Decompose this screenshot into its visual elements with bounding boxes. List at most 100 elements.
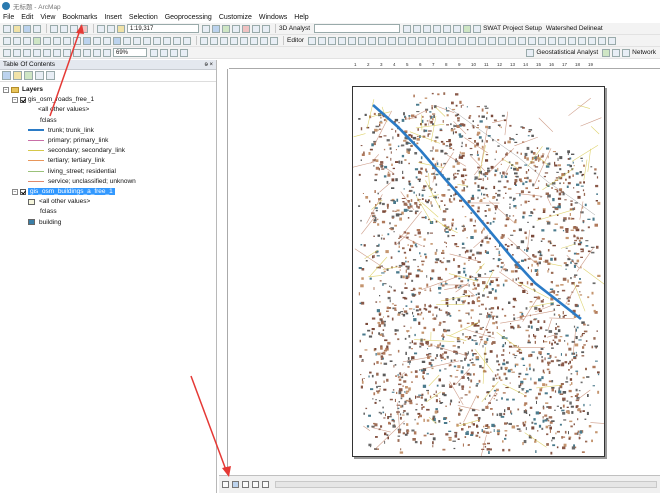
geostat-wizard-icon[interactable] xyxy=(602,48,611,57)
menu-bookmarks[interactable]: Bookmarks xyxy=(62,14,97,21)
print-icon[interactable] xyxy=(33,24,41,33)
sketch-tool-icon[interactable] xyxy=(327,36,336,45)
layout-canvas[interactable] xyxy=(229,70,660,475)
zoom-in-page-icon[interactable] xyxy=(3,48,11,57)
3d-tool-icon[interactable] xyxy=(453,24,462,33)
sketch-tool-icon[interactable] xyxy=(447,36,456,45)
layout-tool-icon[interactable] xyxy=(240,36,248,45)
scroll-left-icon[interactable] xyxy=(262,481,269,488)
back-extent-icon[interactable] xyxy=(63,36,71,45)
sketch-tool-icon[interactable] xyxy=(457,36,466,45)
undo-icon[interactable] xyxy=(97,24,105,33)
collapse-icon[interactable]: − xyxy=(12,188,18,195)
zoom-out-icon[interactable] xyxy=(13,36,21,45)
sketch-tool-icon[interactable] xyxy=(477,36,486,45)
layout-tool-icon[interactable] xyxy=(260,36,268,45)
sketch-tool-icon[interactable] xyxy=(557,36,566,45)
collapse-icon[interactable]: − xyxy=(3,86,9,93)
geostat-tool-icon[interactable] xyxy=(612,48,621,57)
arctoolbox-icon[interactable] xyxy=(242,24,250,33)
layout-page[interactable] xyxy=(352,86,605,457)
toc-layers-root[interactable]: − Layers xyxy=(3,85,43,94)
sketch-tool-icon[interactable] xyxy=(347,36,356,45)
legend-line-symbol[interactable] xyxy=(28,180,44,182)
layout-tool-icon[interactable] xyxy=(93,48,101,57)
sketch-tool-icon[interactable] xyxy=(507,36,516,45)
toc-layer[interactable]: − gis_osm_roads_free_1 xyxy=(12,95,94,104)
sketch-tool-icon[interactable] xyxy=(467,36,476,45)
toc-layer[interactable]: − gis_osm_buildings_a_free_1 xyxy=(12,187,115,196)
legend-line-symbol[interactable] xyxy=(28,140,44,141)
data-driven-pages-icon[interactable] xyxy=(180,48,188,57)
sketch-tool-icon[interactable] xyxy=(387,36,396,45)
layer-name[interactable]: gis_osm_buildings_a_free_1 xyxy=(28,188,115,195)
hyperlink-icon[interactable] xyxy=(143,36,151,45)
sketch-tool-icon[interactable] xyxy=(537,36,546,45)
fixed-zoom-out-page-icon[interactable] xyxy=(63,48,71,57)
watershed-delineator-menu[interactable]: Watershed Delineat xyxy=(546,25,603,32)
python-icon[interactable] xyxy=(252,24,260,33)
3d-tool-icon[interactable] xyxy=(413,24,422,33)
zoom-out-page-icon[interactable] xyxy=(13,48,21,57)
sketch-tool-icon[interactable] xyxy=(427,36,436,45)
sketch-tool-icon[interactable] xyxy=(607,36,616,45)
legend-line-symbol[interactable] xyxy=(28,150,44,152)
3d-tool-icon[interactable] xyxy=(423,24,432,33)
legend-line-symbol[interactable] xyxy=(28,160,44,162)
3d-tool-icon[interactable] xyxy=(403,24,412,33)
paste-icon[interactable] xyxy=(70,24,78,33)
new-icon[interactable] xyxy=(3,24,11,33)
3d-analyst-label[interactable]: 3D Analyst xyxy=(279,25,310,32)
add-data-icon[interactable] xyxy=(117,24,125,33)
sketch-tool-icon[interactable] xyxy=(547,36,556,45)
scene-icon[interactable] xyxy=(473,24,482,33)
change-layout-icon[interactable] xyxy=(170,48,178,57)
menu-file[interactable]: File xyxy=(3,14,14,21)
menu-windows[interactable]: Windows xyxy=(259,14,287,21)
sketch-tool-icon[interactable] xyxy=(577,36,586,45)
legend-fill-symbol[interactable] xyxy=(28,219,35,226)
fixed-zoom-in-page-icon[interactable] xyxy=(53,48,61,57)
sketch-tool-icon[interactable] xyxy=(377,36,386,45)
pan-icon[interactable] xyxy=(23,36,31,45)
menu-help[interactable]: Help xyxy=(294,14,308,21)
menu-view[interactable]: View xyxy=(40,14,55,21)
pan-page-icon[interactable] xyxy=(23,48,31,57)
menu-edit[interactable]: Edit xyxy=(21,14,33,21)
find-icon[interactable] xyxy=(123,36,131,45)
menu-insert[interactable]: Insert xyxy=(104,14,122,21)
scale-combo[interactable]: 1:19,317 xyxy=(127,24,199,33)
open-icon[interactable] xyxy=(13,24,21,33)
globe-icon[interactable] xyxy=(463,24,472,33)
measure-icon[interactable] xyxy=(133,36,141,45)
layout-tool-icon[interactable] xyxy=(270,36,278,45)
legend-line-symbol[interactable] xyxy=(28,129,44,132)
zoom-100-icon[interactable] xyxy=(43,48,51,57)
network-analyst-icon[interactable] xyxy=(622,48,631,57)
collapse-icon[interactable]: − xyxy=(12,96,18,103)
zoom-in-icon[interactable] xyxy=(3,36,11,45)
catalog-icon[interactable] xyxy=(222,24,230,33)
horizontal-scrollbar[interactable] xyxy=(275,481,657,488)
sketch-tool-icon[interactable] xyxy=(597,36,606,45)
toggle-draft-mode-icon[interactable] xyxy=(150,48,158,57)
sketch-tool-icon[interactable] xyxy=(587,36,596,45)
sketch-tool-icon[interactable] xyxy=(497,36,506,45)
layout-tool-icon[interactable] xyxy=(210,36,218,45)
next-extent-page-icon[interactable] xyxy=(83,48,91,57)
sketch-tool-icon[interactable] xyxy=(437,36,446,45)
sketch-tool-icon[interactable] xyxy=(567,36,576,45)
layer-visibility-checkbox[interactable] xyxy=(20,188,26,195)
zoom-whole-page-icon[interactable] xyxy=(33,48,41,57)
layout-tool-icon[interactable] xyxy=(103,48,111,57)
modelbuilder-icon[interactable] xyxy=(262,24,270,33)
network-analyst-menu[interactable]: Network xyxy=(632,49,656,56)
toc-options-icon[interactable] xyxy=(46,71,55,80)
redo-icon[interactable] xyxy=(107,24,115,33)
menu-geoprocessing[interactable]: Geoprocessing xyxy=(165,14,212,21)
sketch-tool-icon[interactable] xyxy=(407,36,416,45)
pause-drawing-icon[interactable] xyxy=(252,481,259,488)
search-window-icon[interactable] xyxy=(232,24,240,33)
forward-extent-icon[interactable] xyxy=(73,36,81,45)
select-features-icon[interactable] xyxy=(83,36,91,45)
